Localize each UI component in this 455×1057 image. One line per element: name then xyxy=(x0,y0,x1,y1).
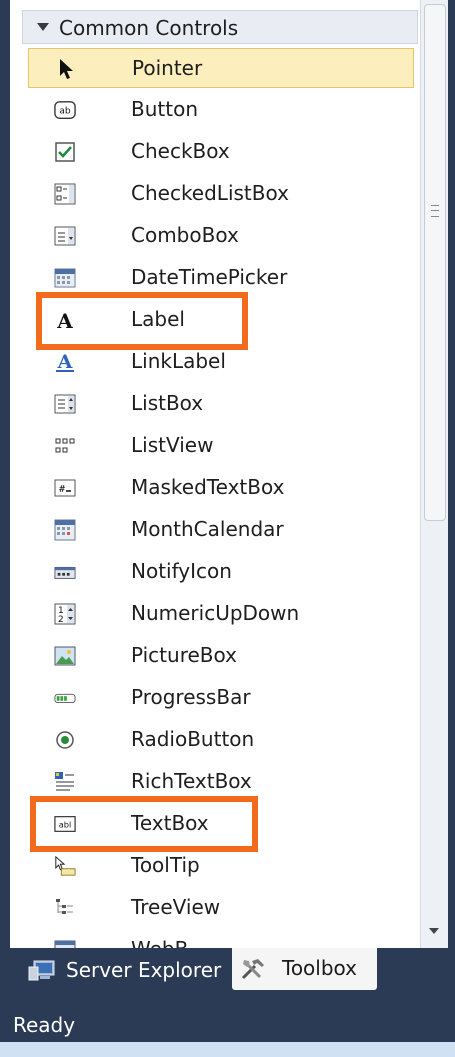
toolbox-item-listbox[interactable]: ListBox xyxy=(28,384,414,424)
toolbox-item-label: ComboBox xyxy=(131,223,239,247)
tab-toolbox[interactable]: Toolbox xyxy=(232,948,377,990)
status-text: Ready xyxy=(13,1013,76,1037)
svg-text:ab: ab xyxy=(59,106,71,117)
status-bar: Ready xyxy=(0,995,455,1057)
toolbox-item-label: DateTimePicker xyxy=(131,265,288,289)
scroll-down-arrow-icon[interactable] xyxy=(429,928,439,934)
scrollbar-grip-icon xyxy=(431,205,439,217)
monthcalendar-icon xyxy=(54,519,76,541)
richtextbox-icon xyxy=(54,771,76,793)
toolbox-item-button[interactable]: ab Button xyxy=(28,90,414,130)
toolbox-item-treeview[interactable]: TreeView xyxy=(28,888,414,928)
notifyicon-icon xyxy=(54,561,76,583)
toolbox-item-label: MaskedTextBox xyxy=(131,475,285,499)
toolbox-item-combobox[interactable]: ComboBox xyxy=(28,216,414,256)
vertical-scrollbar[interactable] xyxy=(420,0,448,948)
picturebox-icon xyxy=(54,645,76,667)
tool-window-tabs: Server Explorer Toolbox xyxy=(0,948,455,995)
toolbox-item-label: ListView xyxy=(131,433,214,457)
toolbox-item-maskedtextbox[interactable]: # MaskedTextBox xyxy=(28,468,414,508)
toolbox-item-label: NumericUpDown xyxy=(131,601,300,625)
collapse-triangle-icon[interactable] xyxy=(37,23,49,31)
toolbox-item-label: Pointer xyxy=(132,56,203,80)
toolbox-item-checkedlistbox[interactable]: CheckedListBox xyxy=(28,174,414,214)
highlight-box-textbox xyxy=(30,796,258,852)
toolbox-item-webbrowser[interactable]: WebB... xyxy=(28,930,414,948)
toolbox-item-label: ProgressBar xyxy=(131,685,251,709)
radiobutton-icon xyxy=(54,729,76,751)
window-border-left xyxy=(0,0,10,1057)
toolbox-item-checkbox[interactable]: CheckBox xyxy=(28,132,414,172)
toolbox-item-label: Button xyxy=(131,97,198,121)
group-header-common-controls[interactable]: Common Controls xyxy=(22,10,418,44)
maskedtextbox-icon: # xyxy=(54,477,76,499)
toolbox-item-label: CheckedListBox xyxy=(131,181,289,205)
toolbox-item-pointer[interactable]: Pointer xyxy=(28,48,414,88)
tooltip-icon xyxy=(54,855,76,877)
toolbox-item-notifyicon[interactable]: NotifyIcon xyxy=(28,552,414,592)
checkedlistbox-icon xyxy=(54,183,76,205)
toolbox-item-monthcalendar[interactable]: MonthCalendar xyxy=(28,510,414,550)
numericupdown-icon: 12 xyxy=(54,603,76,625)
toolbox-item-label: WebB... xyxy=(131,937,207,948)
toolbox-item-progressbar[interactable]: ProgressBar xyxy=(28,678,414,718)
toolbox-item-label: CheckBox xyxy=(131,139,230,163)
toolbox-item-label: ListBox xyxy=(131,391,204,415)
toolbox-item-label: NotifyIcon xyxy=(131,559,232,583)
progressbar-icon xyxy=(54,687,76,709)
pointer-icon xyxy=(55,58,77,80)
toolbox-item-radiobutton[interactable]: RadioButton xyxy=(28,720,414,760)
group-title: Common Controls xyxy=(59,16,239,40)
toolbox-item-label: RichTextBox xyxy=(131,769,252,793)
tab-label: Toolbox xyxy=(282,956,357,980)
highlight-box-label xyxy=(36,292,248,350)
combobox-icon xyxy=(54,225,76,247)
webbrowser-icon xyxy=(54,939,76,948)
toolbox-item-label: TreeView xyxy=(131,895,221,919)
toolbox-item-label: ToolTip xyxy=(131,853,200,877)
svg-text:#: # xyxy=(59,484,65,495)
toolbox-icon xyxy=(240,957,268,980)
scrollbar-thumb[interactable] xyxy=(424,4,446,521)
svg-text:2: 2 xyxy=(58,615,64,625)
toolbox-item-tooltip[interactable]: ToolTip xyxy=(28,846,414,886)
toolbox-item-label: LinkLabel xyxy=(131,349,226,373)
toolbox-item-label: RadioButton xyxy=(131,727,255,751)
listview-icon xyxy=(54,435,76,457)
toolbox-item-picturebox[interactable]: PictureBox xyxy=(28,636,414,676)
toolbox-item-numericupdown[interactable]: 12 NumericUpDown xyxy=(28,594,414,634)
linklabel-icon: A xyxy=(54,351,76,373)
toolbox-item-listview[interactable]: ListView xyxy=(28,426,414,466)
datetimepicker-icon xyxy=(54,267,76,289)
toolbox-item-label: MonthCalendar xyxy=(131,517,284,541)
toolbox-item-label: PictureBox xyxy=(131,643,237,667)
taskbar-strip xyxy=(0,1042,455,1057)
checkbox-icon xyxy=(54,141,76,163)
window-border-right xyxy=(448,0,455,1057)
button-icon: ab xyxy=(54,99,76,121)
tab-label: Server Explorer xyxy=(66,958,222,982)
toolbox-window: Common Controls Pointer ab Button CheckB… xyxy=(0,0,455,1057)
server-explorer-icon xyxy=(28,959,56,981)
listbox-icon xyxy=(54,393,76,415)
treeview-icon xyxy=(54,897,76,919)
svg-text:A: A xyxy=(57,351,73,373)
